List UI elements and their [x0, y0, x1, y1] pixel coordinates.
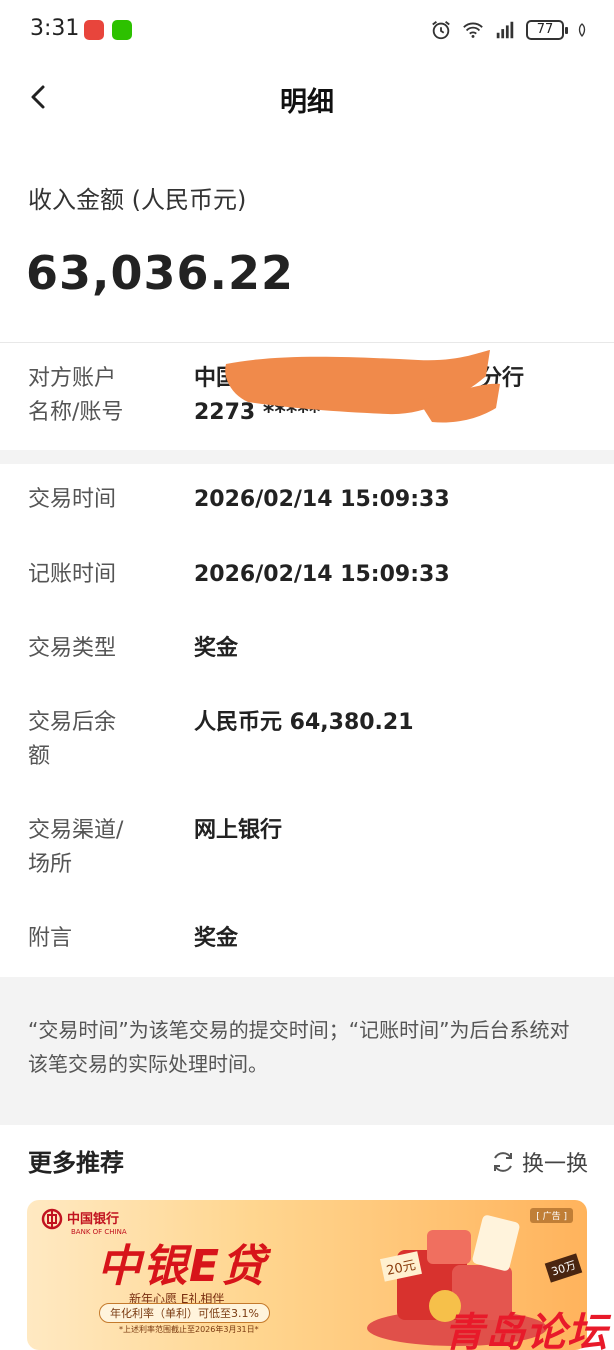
channel-label-line2: 场所 [28, 852, 73, 877]
leaf-icon [578, 23, 586, 38]
status-bar: 3:31 77 [0, 0, 614, 62]
amount-label: 收入金额 (人民币元) [28, 186, 247, 214]
battery-indicator: 77 [526, 20, 568, 40]
balance-label-line1: 交易后余 [28, 710, 117, 735]
bank-logo-icon [41, 1208, 63, 1230]
banner-title: 中银E贷 [97, 1241, 268, 1292]
remark-value: 奖金 [194, 926, 239, 951]
nav-header: 明细 [0, 62, 614, 132]
section-gap [0, 450, 614, 464]
channel-label: 交易渠道/ 场所 [28, 814, 123, 882]
recommend-title: 更多推荐 [28, 1149, 124, 1177]
refresh-label: 换一换 [521, 1152, 588, 1177]
bank-name: 中国银行 [67, 1212, 120, 1227]
counterparty-label-line2: 名称/账号 [28, 400, 124, 425]
amount-value: 63,036.22 [26, 246, 294, 300]
time-note: “交易时间”为该笔交易的提交时间；“记账时间”为后台系统对该笔交易的实际处理时间… [28, 1018, 570, 1076]
trade-type-label: 交易类型 [28, 636, 117, 661]
remark-label: 附言 [28, 926, 73, 951]
banner-rate: 年化利率（单利）可低至3.1% [99, 1303, 270, 1323]
divider [0, 342, 614, 343]
alarm-icon [432, 21, 450, 40]
wifi-icon [463, 22, 483, 38]
trade-type-value: 奖金 [194, 636, 239, 661]
balance-label: 交易后余 额 [28, 706, 116, 774]
status-time: 3:31 [30, 16, 80, 41]
status-icons: 77 [430, 18, 590, 42]
banner-footnote: *上述利率范围截止至2026年3月31日* [119, 1325, 259, 1334]
refresh-icon [493, 1152, 512, 1172]
trade-time-value: 2026/02/14 15:09:33 [194, 487, 450, 512]
redaction-scribble [225, 350, 500, 423]
balance-value: 人民币元 64,380.21 [194, 710, 414, 735]
notification-app-icon [84, 20, 104, 40]
channel-value: 网上银行 [194, 818, 283, 843]
post-time-value: 2026/02/14 15:09:33 [194, 562, 450, 587]
counterparty-label: 对方账户 名称/账号 [28, 362, 123, 430]
trade-time-label: 交易时间 [28, 487, 117, 512]
balance-label-line2: 额 [28, 744, 51, 769]
counterparty-label-line1: 对方账户 [28, 366, 117, 391]
forum-watermark: 青岛论坛 [444, 1310, 608, 1350]
refresh-button[interactable]: 换一换 [490, 1146, 588, 1178]
wechat-icon [112, 20, 132, 40]
signal-icon [496, 21, 514, 39]
post-time-label: 记账时间 [28, 562, 117, 587]
channel-label-line1: 交易渠道/ [28, 818, 124, 843]
page-title: 明细 [280, 87, 334, 118]
